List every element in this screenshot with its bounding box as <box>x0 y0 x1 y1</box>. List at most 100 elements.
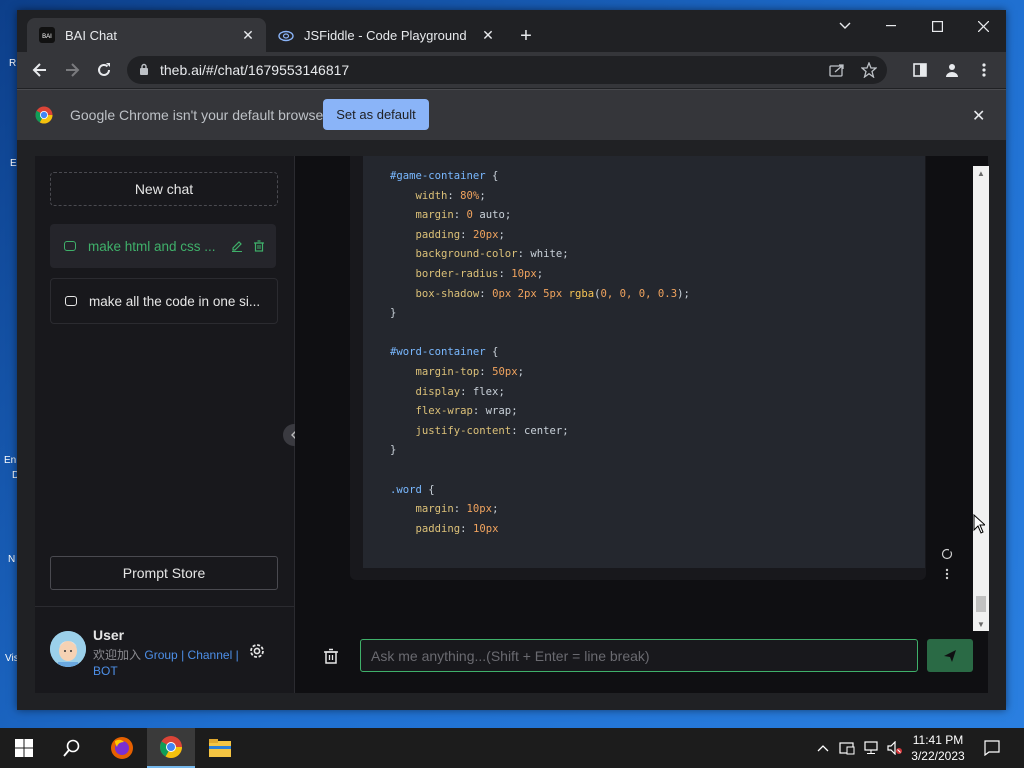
kebab-menu-icon[interactable] <box>974 60 994 80</box>
chat-input[interactable] <box>360 639 918 672</box>
network-icon[interactable] <box>862 739 880 757</box>
search-icon[interactable] <box>48 728 96 768</box>
close-tab-icon[interactable]: ✕ <box>240 27 256 44</box>
code-line: border-radius: 10px; <box>390 267 544 280</box>
user-panel: User 欢迎加入 Group | Channel | BOT <box>35 606 294 694</box>
start-button[interactable] <box>0 728 48 768</box>
bot-link[interactable]: BOT <box>93 664 118 678</box>
join-label: 欢迎加入 <box>93 648 142 662</box>
firefox-icon[interactable] <box>98 728 146 768</box>
code-token: 10px <box>466 503 493 516</box>
code-token: 20px <box>472 228 499 241</box>
code-token: : <box>479 287 493 300</box>
group-link[interactable]: Group <box>144 648 177 662</box>
lock-icon[interactable] <box>139 63 149 81</box>
tab-title: JSFiddle - Code Playground <box>304 27 467 43</box>
code-token: : wrap; <box>472 405 518 418</box>
maximize-button[interactable] <box>914 10 960 42</box>
chat-history-item[interactable]: make html and css ... <box>50 224 276 268</box>
chat-bubble-icon <box>65 296 77 306</box>
code-line: justify-content: center; <box>390 425 569 437</box>
delete-icon[interactable] <box>252 239 266 253</box>
code-token: : <box>479 365 493 378</box>
security-shield-icon[interactable] <box>838 739 856 757</box>
scrollbar-thumb[interactable] <box>976 596 986 612</box>
back-button[interactable] <box>26 56 54 84</box>
code-token: rgba <box>568 287 595 300</box>
chrome-window: BAI BAI Chat ✕ JSFiddle - Code Playgroun… <box>17 10 1006 710</box>
url-text: theb.ai/#/chat/1679553146817 <box>160 62 350 78</box>
scroll-down-arrow[interactable]: ▼ <box>973 617 989 631</box>
code-line: #game-container { <box>390 170 498 182</box>
code-line: margin-top: 50px; <box>390 366 524 378</box>
new-chat-button[interactable]: New chat <box>50 172 278 206</box>
close-tab-icon[interactable]: ✕ <box>480 27 496 44</box>
more-options-icon[interactable] <box>939 566 955 582</box>
web-page: New chat make html and css ... make all … <box>17 140 1006 710</box>
set-as-default-button[interactable]: Set as default <box>323 99 429 130</box>
side-panel-icon[interactable] <box>910 60 930 80</box>
code-content: #game-container { width: 80%; margin: 0 … <box>390 167 690 539</box>
code-token: margin <box>390 503 454 516</box>
send-button[interactable] <box>927 639 973 672</box>
code-token: .word <box>390 483 422 496</box>
page-scrollbar[interactable]: ▲ ▼ <box>973 166 989 631</box>
code-token: : <box>453 209 467 222</box>
settings-gear-icon[interactable] <box>247 641 267 661</box>
chat-main: #game-container { width: 80%; margin: 0 … <box>295 156 988 693</box>
code-token: { <box>421 483 435 496</box>
link-separator: | <box>235 648 239 662</box>
code-token: : <box>447 189 461 202</box>
code-block: #game-container { width: 80%; margin: 0 … <box>363 156 925 568</box>
channel-link[interactable]: Channel <box>188 648 233 662</box>
code-token: ; <box>498 228 505 241</box>
notifications-icon[interactable] <box>983 739 1001 757</box>
new-tab-button[interactable]: + <box>514 24 538 48</box>
close-icon[interactable]: ✕ <box>972 106 985 126</box>
code-token: : <box>498 267 512 280</box>
code-token: padding <box>390 522 461 535</box>
regenerate-icon[interactable] <box>939 546 955 562</box>
code-token: 10px <box>472 522 499 535</box>
profile-icon[interactable] <box>942 60 962 80</box>
chat-history-item[interactable]: make all the code in one si... <box>50 278 278 324</box>
scroll-up-arrow[interactable]: ▲ <box>973 166 989 180</box>
tab-search-icon[interactable] <box>822 10 868 42</box>
clear-chat-trash-icon[interactable] <box>321 646 341 666</box>
tab-jsfiddle[interactable]: JSFiddle - Code Playground ✕ <box>266 18 506 52</box>
minimize-button[interactable] <box>868 10 914 42</box>
code-line: padding: 10px <box>390 522 499 535</box>
close-window-button[interactable] <box>960 10 1006 42</box>
code-token: : <box>460 522 473 535</box>
code-line: box-shadow: 0px 2px 5px rgba(0, 0, 0, 0.… <box>390 288 690 300</box>
windows-logo-icon <box>15 739 33 757</box>
address-bar[interactable]: theb.ai/#/chat/1679553146817 <box>127 56 887 84</box>
share-icon[interactable] <box>827 60 847 80</box>
bookmark-star-icon[interactable] <box>859 60 879 80</box>
chat-bubble-icon <box>64 241 76 251</box>
code-token: border-radius <box>390 267 499 280</box>
file-explorer-icon[interactable] <box>196 728 244 768</box>
chrome-logo-icon <box>35 106 53 129</box>
chat-item-label: make all the code in one si... <box>89 293 261 309</box>
system-clock[interactable]: 11:41 PM 3/22/2023 <box>905 732 971 764</box>
reload-button[interactable] <box>90 56 118 84</box>
edit-icon[interactable] <box>230 239 244 253</box>
volume-muted-icon[interactable] <box>886 739 904 757</box>
code-token: 10px <box>511 267 537 280</box>
tab-strip: BAI BAI Chat ✕ JSFiddle - Code Playgroun… <box>17 10 1006 52</box>
chrome-taskbar-icon[interactable] <box>147 728 195 768</box>
code-token: : center; <box>511 424 569 437</box>
bai-icon: BAI <box>39 27 55 43</box>
forward-button[interactable] <box>58 56 86 84</box>
code-token: : flex; <box>460 385 505 398</box>
code-token: 0px 2px 5px <box>492 287 563 300</box>
code-line: } <box>390 444 396 456</box>
jsfiddle-icon <box>278 27 294 43</box>
code-token: : white; <box>517 248 569 261</box>
avatar[interactable] <box>50 631 86 667</box>
prompt-store-button[interactable]: Prompt Store <box>50 556 278 590</box>
chevron-up-icon[interactable] <box>814 739 832 757</box>
code-token: : <box>453 503 467 516</box>
tab-bai-chat[interactable]: BAI BAI Chat ✕ <box>27 18 266 52</box>
